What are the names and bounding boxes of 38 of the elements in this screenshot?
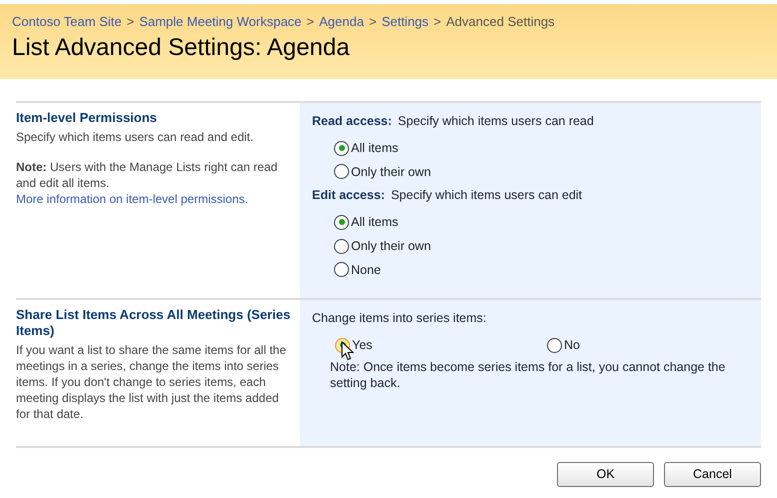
option-label: All items: [351, 140, 398, 157]
series-note: Note: Once items become series items for a list, you cannot change the setting back.: [329, 358, 726, 391]
page-title: List Advanced Settings: Agenda: [12, 32, 351, 62]
option-label: Only their own: [351, 238, 431, 255]
breadcrumb-separator: >: [434, 13, 442, 31]
field-label: Read access:: [312, 113, 392, 130]
radio-button[interactable]: [334, 262, 349, 278]
mouse-cursor-icon: [341, 341, 354, 361]
section-description: If you want a list to share the same items for all the meetings in a series, change the items into series items. If you don't change to series items, each meeting displays the list with just the items added for that date.: [16, 342, 288, 422]
option-label: Yes: [352, 337, 372, 354]
option-label: No: [564, 337, 580, 354]
radio-button[interactable]: [334, 140, 349, 156]
breadcrumb-link[interactable]: Contoso Team Site: [12, 12, 122, 32]
breadcrumb-link[interactable]: Settings: [382, 12, 429, 32]
section-title: Share List Items Across All Meetings (Series Items): [16, 307, 292, 340]
section-title: Item-level Permissions: [16, 110, 158, 126]
breadcrumb-separator: >: [368, 13, 377, 31]
field-hint: Specify which items users can read: [398, 113, 594, 130]
radio-button[interactable]: [334, 164, 349, 180]
breadcrumb-current: Advanced Settings: [446, 13, 555, 31]
radio-button[interactable]: [547, 338, 562, 353]
breadcrumb-link[interactable]: Agenda: [319, 12, 364, 32]
help-link[interactable]: More information on item-level permissions.: [16, 191, 292, 207]
breadcrumb-link[interactable]: Sample Meeting Workspace: [139, 12, 302, 32]
dialog-button[interactable]: OK: [557, 462, 654, 488]
radio-button[interactable]: [334, 238, 349, 254]
field-hint: Specify which items users can edit: [390, 187, 582, 204]
option-label: Only their own: [351, 164, 431, 181]
breadcrumb-separator: >: [126, 13, 134, 31]
field-hint: Change items into series items:: [312, 310, 486, 328]
section-description: Note: Users with the Manage Lists right can read and edit all items.: [16, 159, 278, 191]
radio-button[interactable]: [334, 214, 349, 230]
section-description: Specify which items users can read and edit.: [16, 129, 254, 145]
option-label: All items: [351, 214, 398, 231]
option-label: None: [351, 262, 381, 278]
dialog-button[interactable]: Cancel: [664, 462, 761, 488]
field-label: Edit access:: [312, 187, 385, 204]
breadcrumb-separator: >: [306, 13, 314, 31]
